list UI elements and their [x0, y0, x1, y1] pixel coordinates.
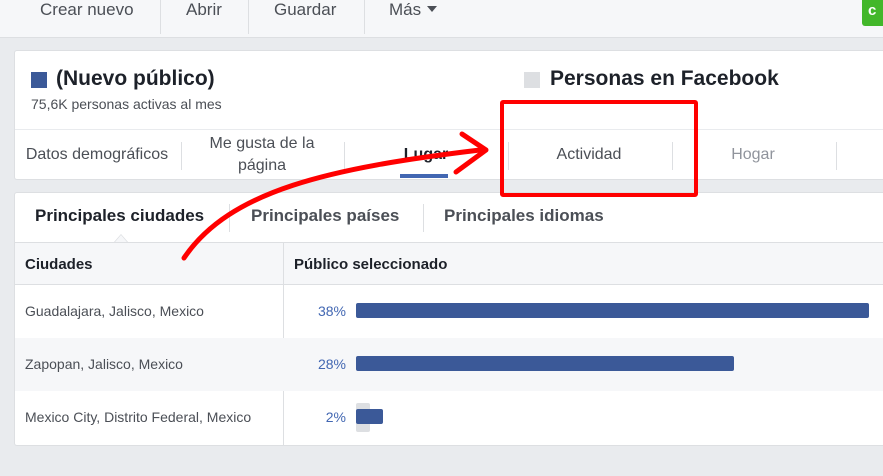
annotation-arrow-icon	[181, 131, 489, 261]
